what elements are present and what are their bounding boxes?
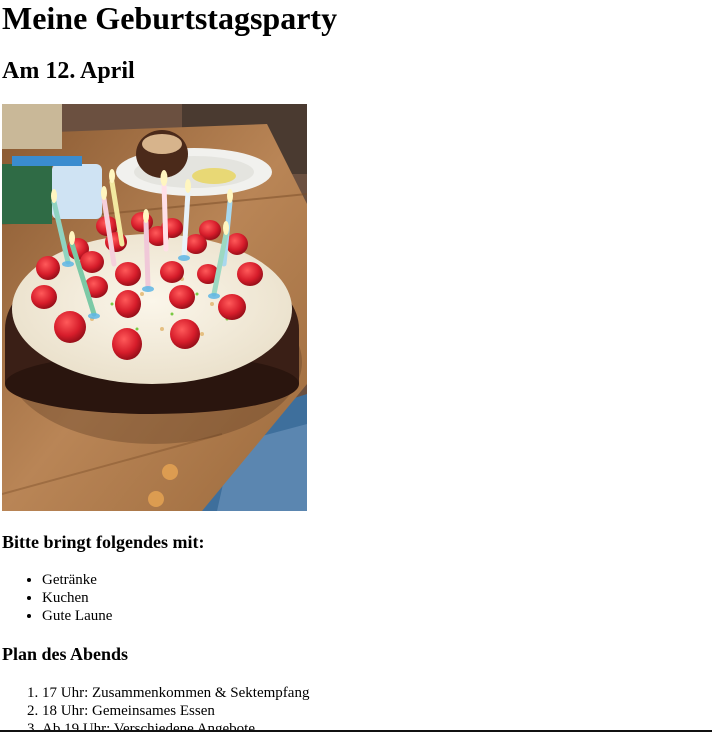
plan-list: 17 Uhr: Zusammenkommen & Sektempfang 18 … bbox=[0, 684, 309, 732]
list-item: Gute Laune bbox=[42, 607, 112, 625]
cake-image bbox=[2, 104, 307, 511]
list-item: 17 Uhr: Zusammenkommen & Sektempfang bbox=[42, 684, 309, 702]
bring-list: Getränke Kuchen Gute Laune bbox=[0, 571, 112, 625]
party-date: Am 12. April bbox=[2, 58, 135, 84]
birthday-cake-photo bbox=[2, 104, 307, 511]
page: Meine Geburtstagsparty Am 12. April Bitt… bbox=[0, 0, 712, 732]
page-title: Meine Geburtstagsparty bbox=[2, 0, 338, 36]
list-item: Kuchen bbox=[42, 589, 112, 607]
bring-heading: Bitte bringt folgendes mit: bbox=[2, 532, 205, 552]
list-item: 18 Uhr: Gemeinsames Essen bbox=[42, 702, 309, 720]
list-item: Getränke bbox=[42, 571, 112, 589]
plan-heading: Plan des Abends bbox=[2, 644, 129, 664]
